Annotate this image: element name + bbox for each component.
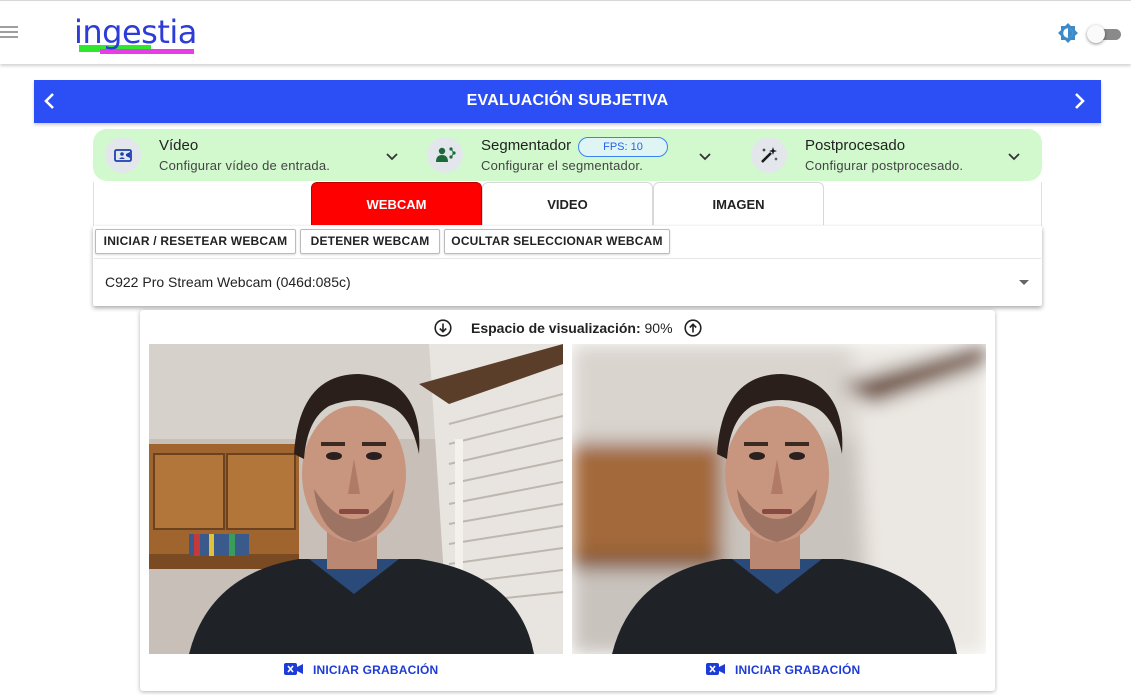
config-title-postprocess: Postprocesado — [805, 137, 906, 154]
chevron-right-icon[interactable] — [1069, 91, 1089, 111]
page-title: EVALUACIÓN SUBJETIVA — [466, 92, 669, 109]
processed-blur-frame — [572, 344, 986, 654]
tab-imagen[interactable]: IMAGEN — [653, 182, 824, 225]
fps-badge: FPS: 10 — [578, 137, 668, 157]
config-subtitle-video: Configurar vídeo de entrada. — [159, 158, 331, 173]
config-section-segmenter[interactable]: Segmentador Configurar el segmentador. — [415, 129, 735, 181]
visualization-space-value: 90% — [644, 320, 673, 336]
visualization-header: Espacio de visualización: 90% — [140, 319, 995, 339]
toggle-knob — [1087, 25, 1105, 43]
config-subtitle-segmenter: Configurar el segmentador. — [481, 158, 644, 173]
app-header: ingestia — [0, 0, 1131, 64]
title-bar: EVALUACIÓN SUBJETIVA — [34, 80, 1101, 123]
dropdown-caret-icon — [1019, 280, 1029, 285]
source-tabs: WEBCAM VIDEO IMAGEN — [93, 182, 1042, 226]
config-section-postprocess[interactable]: Postprocesado Configurar postprocesado. — [739, 129, 1042, 181]
config-title-segmenter: Segmentador — [481, 137, 572, 154]
segmenter-icon — [427, 137, 463, 173]
theme-toggle[interactable] — [1087, 25, 1121, 43]
webcam-select-value: C922 Pro Stream Webcam (046d:085c) — [105, 274, 351, 290]
chevron-down-icon — [1007, 149, 1021, 161]
config-subtitle-postprocess: Configurar postprocesado. — [805, 158, 964, 173]
config-section-video[interactable]: Vídeo Configurar vídeo de entrada. — [93, 129, 413, 181]
webcam-select[interactable]: C922 Pro Stream Webcam (046d:085c) — [94, 258, 1041, 305]
tab-webcam[interactable]: WEBCAM — [311, 182, 482, 225]
chevron-down-icon — [698, 149, 712, 161]
start-recording-label-right: INICIAR GRABACIÓN — [735, 663, 861, 677]
config-panel: Vídeo Configurar vídeo de entrada. Segme… — [93, 129, 1042, 181]
chevron-down-icon — [385, 149, 399, 161]
video-camera-icon — [105, 137, 141, 173]
visualization-card: Espacio de visualización: 90% INICIAR GR… — [140, 310, 995, 691]
brightness-icon[interactable] — [1058, 23, 1078, 43]
video-record-icon — [706, 663, 725, 675]
visualization-space-label: Espacio de visualización: 90% — [471, 320, 673, 336]
arrow-down-circle-icon[interactable] — [434, 319, 452, 337]
visualization-space-title: Espacio de visualización: — [471, 320, 641, 336]
start-reset-webcam-button[interactable]: INICIAR / RESETEAR WEBCAM — [95, 229, 296, 254]
start-recording-button-left[interactable]: INICIAR GRABACIÓN — [284, 661, 438, 679]
original-webcam-frame — [149, 344, 563, 654]
logo: ingestia — [74, 11, 198, 57]
hamburger-icon[interactable] — [0, 26, 18, 40]
webcam-controls: INICIAR / RESETEAR WEBCAM DETENER WEBCAM… — [93, 226, 1042, 306]
config-title-video: Vídeo — [159, 137, 199, 154]
start-recording-button-right[interactable]: INICIAR GRABACIÓN — [706, 661, 860, 679]
stop-webcam-button[interactable]: DETENER WEBCAM — [300, 229, 440, 254]
tab-video[interactable]: VIDEO — [482, 182, 653, 225]
video-record-icon — [284, 663, 303, 675]
arrow-up-circle-icon[interactable] — [684, 319, 702, 337]
magic-wand-icon — [751, 137, 787, 173]
start-recording-label-left: INICIAR GRABACIÓN — [313, 663, 439, 677]
logo-text: ingestia — [74, 13, 197, 51]
hide-select-webcam-button[interactable]: OCULTAR SELECCIONAR WEBCAM — [444, 229, 670, 254]
